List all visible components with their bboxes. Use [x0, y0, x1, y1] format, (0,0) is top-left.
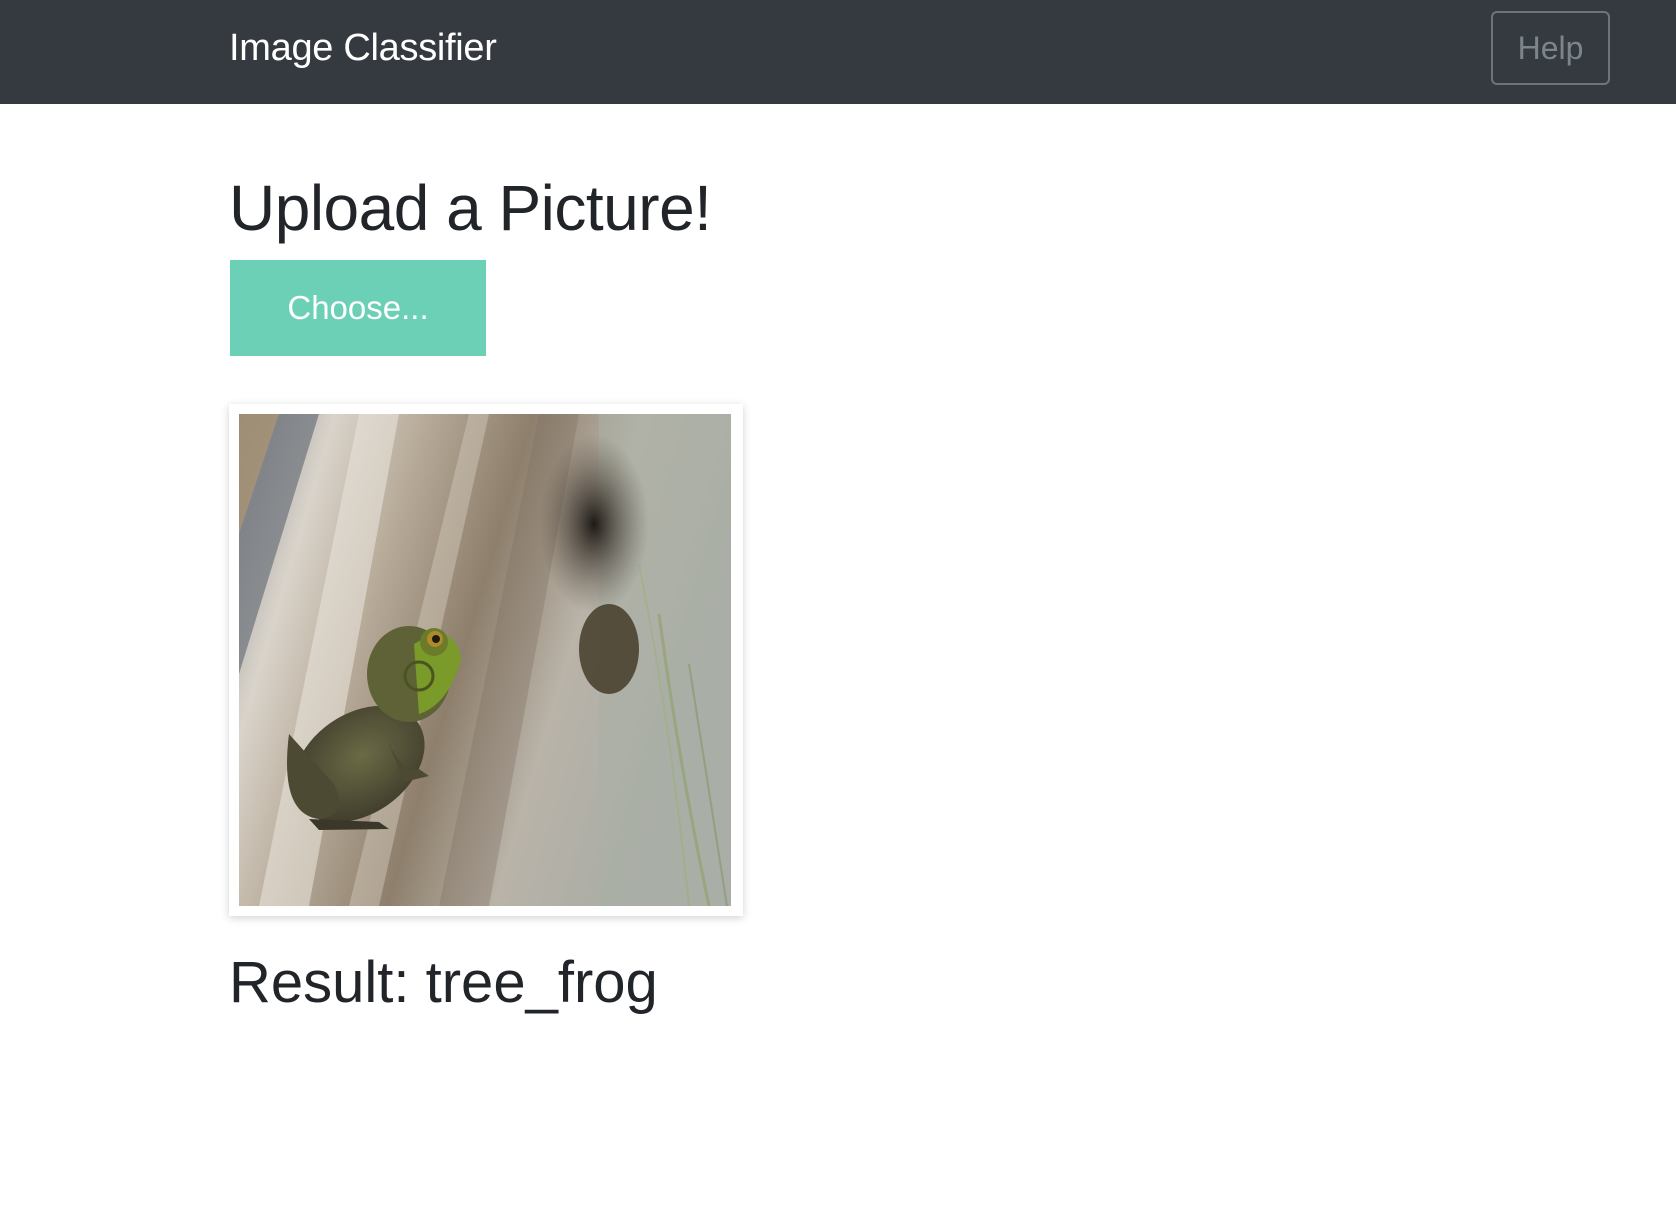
app-brand[interactable]: Image Classifier [229, 26, 497, 70]
navbar: Image Classifier Help [0, 0, 1676, 104]
page-heading: Upload a Picture! [229, 172, 712, 244]
help-button[interactable]: Help [1491, 11, 1610, 85]
classification-result: Result: tree_frog [229, 950, 658, 1015]
uploaded-image-card [229, 404, 743, 916]
choose-file-button[interactable]: Choose... [230, 260, 486, 356]
uploaded-frog-image [239, 414, 731, 906]
